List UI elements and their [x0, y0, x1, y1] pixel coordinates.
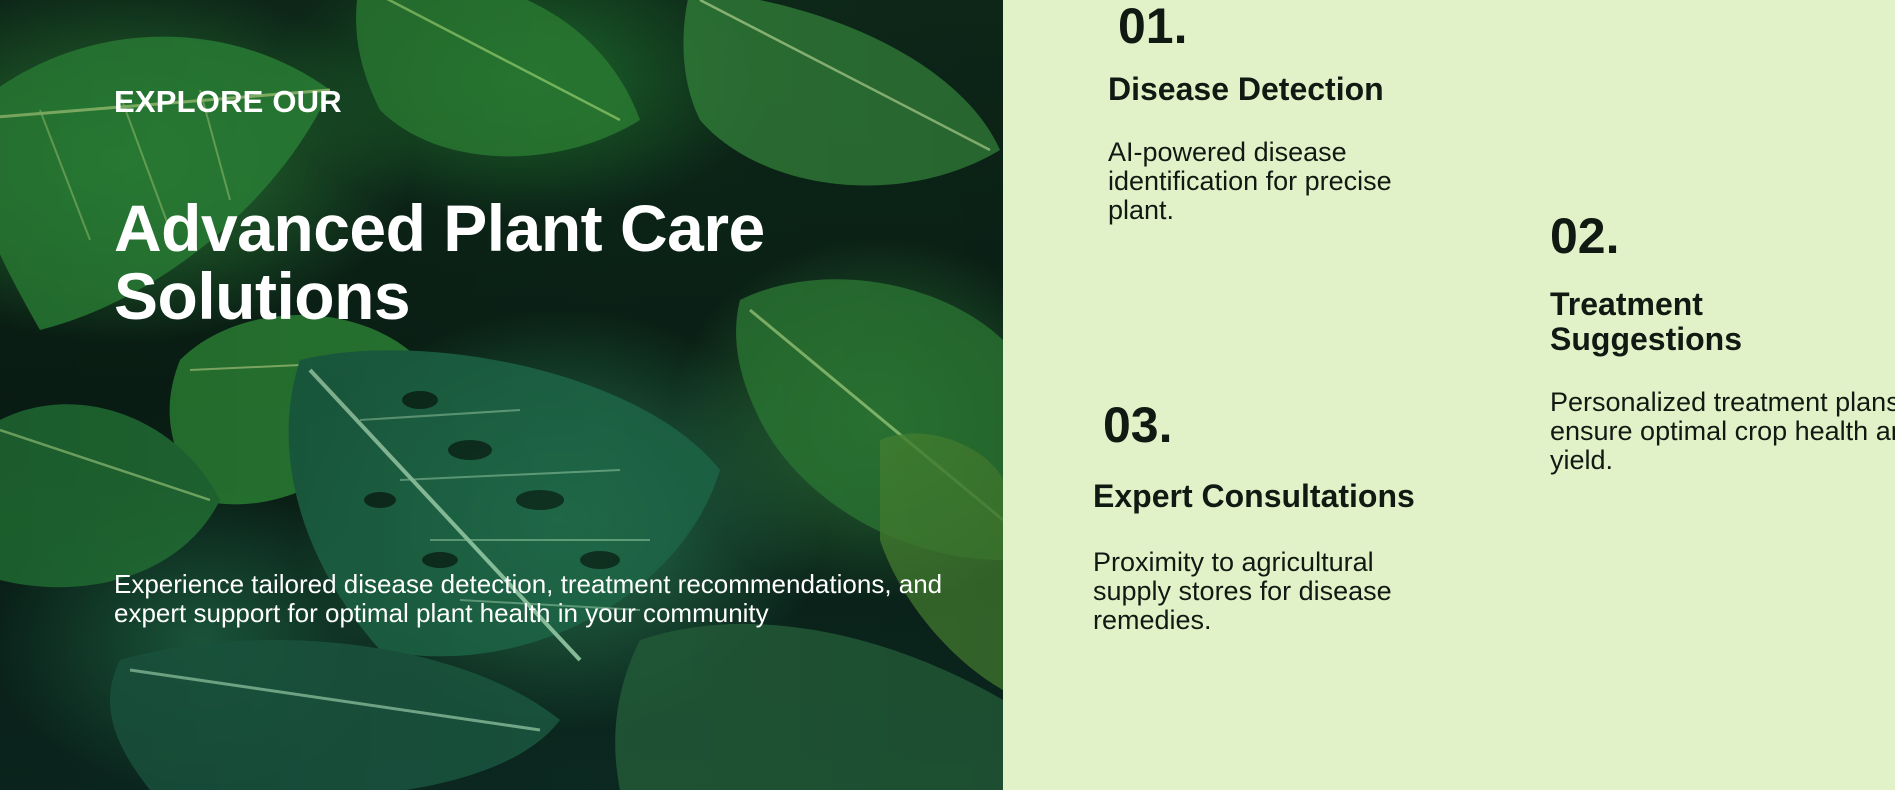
hero-section: EXPLORE OUR Advanced Plant Care Solution…	[0, 0, 1003, 790]
feature-title: Disease Detection	[1108, 71, 1384, 107]
page: EXPLORE OUR Advanced Plant Care Solution…	[0, 0, 1895, 790]
feature-number: 03.	[1103, 397, 1173, 453]
feature-description: AI-powered disease identification for pr…	[1108, 137, 1392, 225]
feature-number: 01.	[1118, 0, 1188, 54]
feature-description: Proximity to agricultural supply stores …	[1093, 547, 1392, 635]
feature-title: Expert Consultations	[1093, 478, 1415, 514]
feature-title: Treatment Suggestions	[1550, 286, 1743, 357]
feature-number: 02.	[1550, 208, 1620, 264]
hero-title: Advanced Plant Care Solutions	[114, 191, 765, 333]
hero-description: Experience tailored disease detection, t…	[114, 569, 943, 628]
feature-description: Personalized treatment plans to ensure o…	[1550, 387, 1895, 475]
hero-eyebrow: EXPLORE OUR	[114, 84, 342, 119]
